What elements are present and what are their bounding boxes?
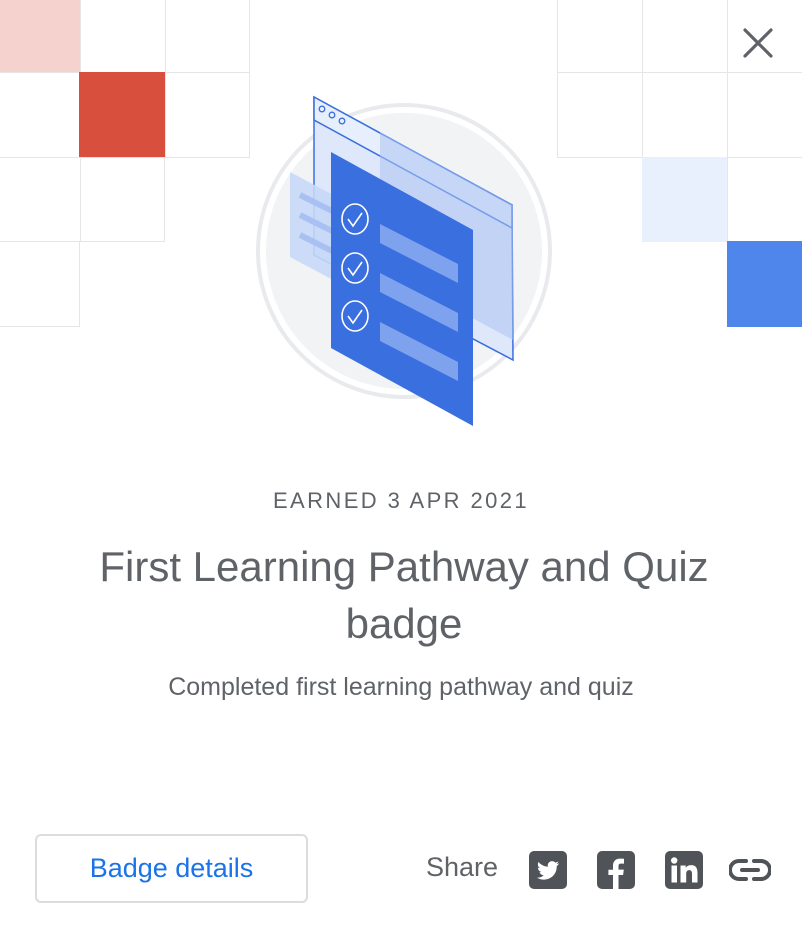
share-label: Share: [426, 852, 499, 882]
share-twitter-button[interactable]: [529, 851, 567, 889]
facebook-icon: [597, 851, 635, 889]
badge-title: First Learning Pathway and Quiz badge: [99, 543, 709, 647]
badge-dialog: EARNED 3 APR 2021 First Learning Pathway…: [0, 0, 802, 929]
linkedin-icon: [665, 851, 703, 889]
twitter-icon: [529, 851, 567, 889]
share-linkedin-button[interactable]: [665, 851, 703, 889]
badge-details-button[interactable]: Badge details: [35, 834, 308, 903]
earned-date: EARNED 3 APR 2021: [272, 488, 530, 513]
close-icon: [743, 28, 773, 58]
copy-link-button[interactable]: [729, 851, 771, 889]
checklist-badge-icon: [256, 95, 552, 426]
close-button[interactable]: [734, 19, 782, 67]
link-icon: [729, 859, 771, 881]
share-facebook-button[interactable]: [597, 851, 635, 889]
badge-description: Completed first learning pathway and qui…: [168, 673, 634, 701]
